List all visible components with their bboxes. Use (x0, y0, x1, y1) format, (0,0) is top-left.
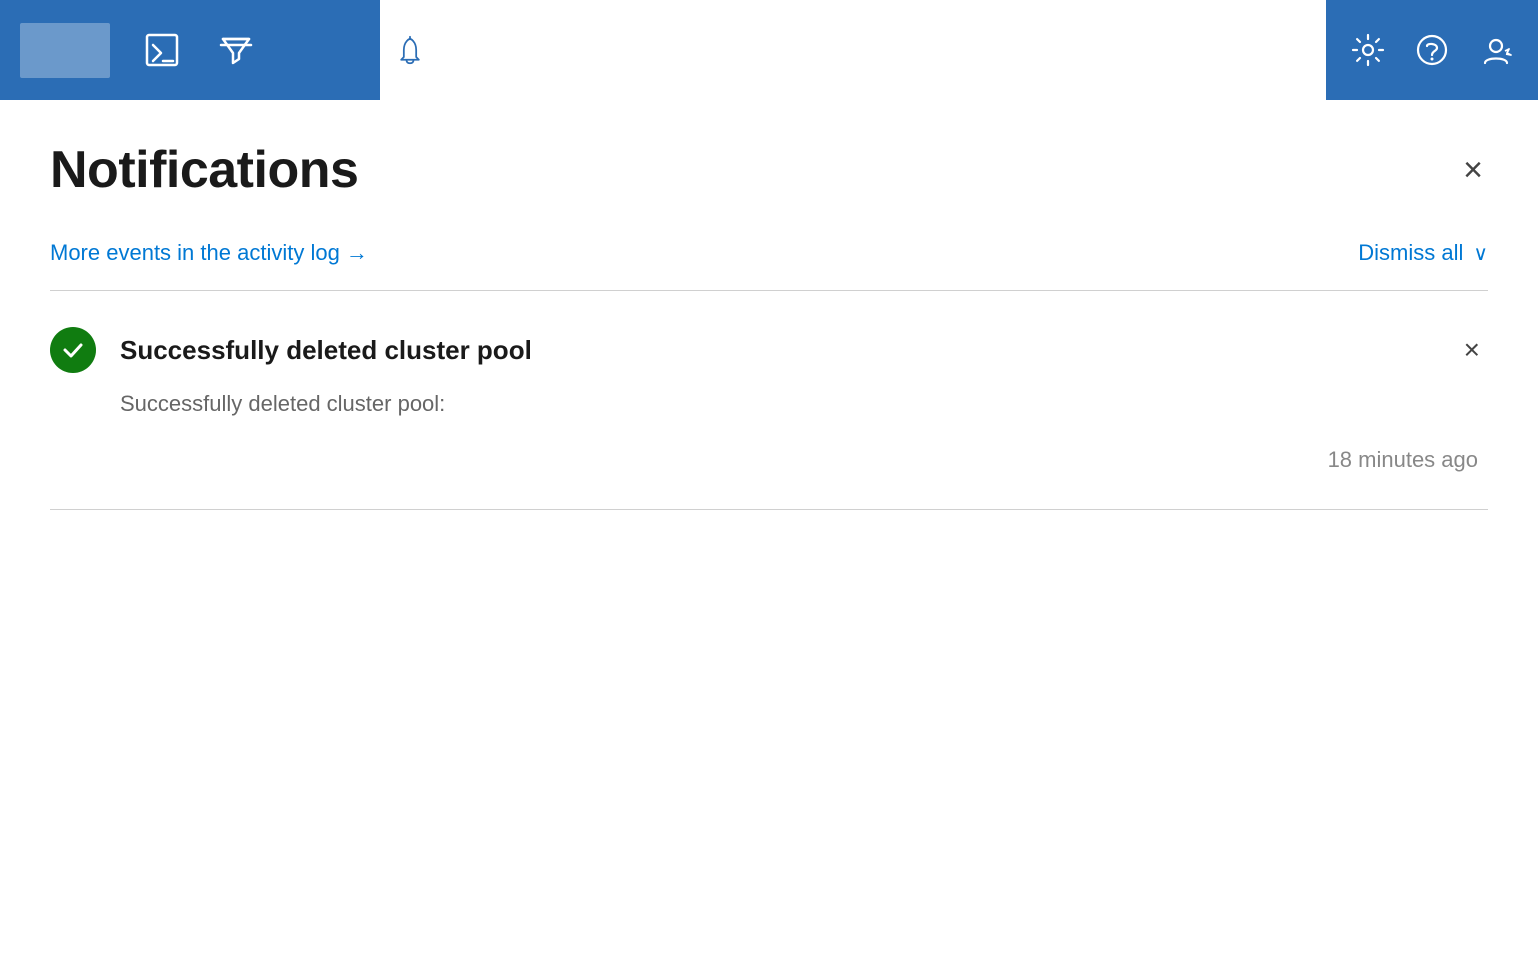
success-status-icon (50, 327, 96, 373)
notification-title: Successfully deleted cluster pool (120, 335, 532, 366)
topbar-left-section (0, 0, 380, 100)
notification-item-header: Successfully deleted cluster pool × (50, 327, 1488, 373)
close-notifications-button[interactable]: × (1458, 148, 1488, 192)
activity-log-link[interactable]: More events in the activity log → (50, 240, 368, 266)
app-logo (20, 23, 110, 78)
terminal-icon[interactable] (140, 28, 184, 72)
user-feedback-icon[interactable] (1474, 28, 1518, 72)
bottom-divider (50, 509, 1488, 510)
notifications-panel: Notifications × More events in the activ… (0, 100, 1538, 510)
notification-timestamp: 18 minutes ago (50, 447, 1488, 473)
notifications-header: Notifications × (50, 140, 1488, 200)
notification-item-left: Successfully deleted cluster pool (50, 327, 532, 373)
notifications-actions: More events in the activity log → Dismis… (50, 240, 1488, 266)
topbar-middle-section (380, 0, 440, 100)
dismiss-all-label: Dismiss all (1358, 240, 1463, 266)
topbar (0, 0, 1538, 100)
help-icon[interactable] (1410, 28, 1454, 72)
notification-body: Successfully deleted cluster pool: (50, 391, 1488, 417)
settings-icon[interactable] (1346, 28, 1390, 72)
dismiss-all-button[interactable]: Dismiss all ∨ (1358, 240, 1488, 266)
notifications-bell-button[interactable] (380, 0, 440, 100)
notifications-title: Notifications (50, 140, 358, 200)
topbar-right-section (1326, 0, 1538, 100)
filter-icon[interactable] (214, 28, 258, 72)
dismiss-chevron-icon: ∨ (1473, 241, 1488, 266)
dismiss-notification-button[interactable]: × (1456, 332, 1488, 368)
notification-item: Successfully deleted cluster pool × Succ… (50, 291, 1488, 509)
